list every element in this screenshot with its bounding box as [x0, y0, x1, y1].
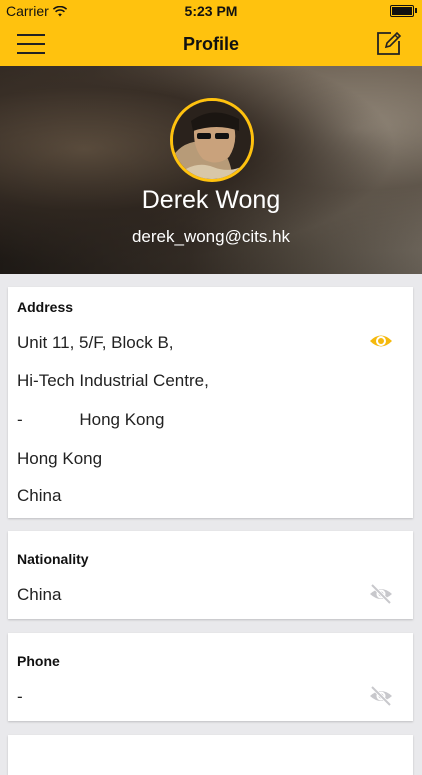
address-line-5: China	[17, 486, 62, 505]
address-line-1: Unit 11, 5/F, Block B,	[17, 333, 174, 352]
phone-card: Phone -	[8, 633, 413, 721]
address-line-3: - Hong Kong	[17, 410, 165, 429]
status-time: 5:23 PM	[184, 3, 238, 19]
address-line-4: Hong Kong	[17, 449, 103, 468]
address-label: Address	[17, 299, 74, 315]
battery-icon	[390, 5, 417, 17]
profile-header: Derek Wong derek_wong@cits.hk	[0, 66, 422, 274]
next-card	[8, 735, 413, 775]
phone-label: Phone	[17, 653, 60, 669]
eye-visible-icon[interactable]	[369, 329, 393, 353]
edit-icon[interactable]	[376, 30, 402, 56]
status-bar: Carrier 5:23 PM	[0, 0, 422, 22]
profile-name: Derek Wong	[141, 186, 281, 214]
address-card: Address Unit 11, 5/F, Block B, Hi-Tech I…	[8, 287, 413, 518]
page-title: Profile	[182, 34, 239, 54]
eye-hidden-icon[interactable]	[369, 684, 393, 708]
battery-fill	[392, 7, 412, 15]
avatar[interactable]	[170, 98, 254, 182]
address-line-2: Hi-Tech Industrial Centre,	[17, 371, 209, 390]
nationality-card: Nationality China	[8, 531, 413, 619]
profile-email: derek_wong@cits.hk	[131, 227, 291, 246]
nationality-value: China	[17, 585, 62, 604]
nationality-label: Nationality	[17, 551, 89, 567]
phone-value: -	[17, 687, 23, 706]
eye-hidden-icon[interactable]	[369, 582, 393, 606]
nav-bar: Profile	[0, 22, 422, 66]
